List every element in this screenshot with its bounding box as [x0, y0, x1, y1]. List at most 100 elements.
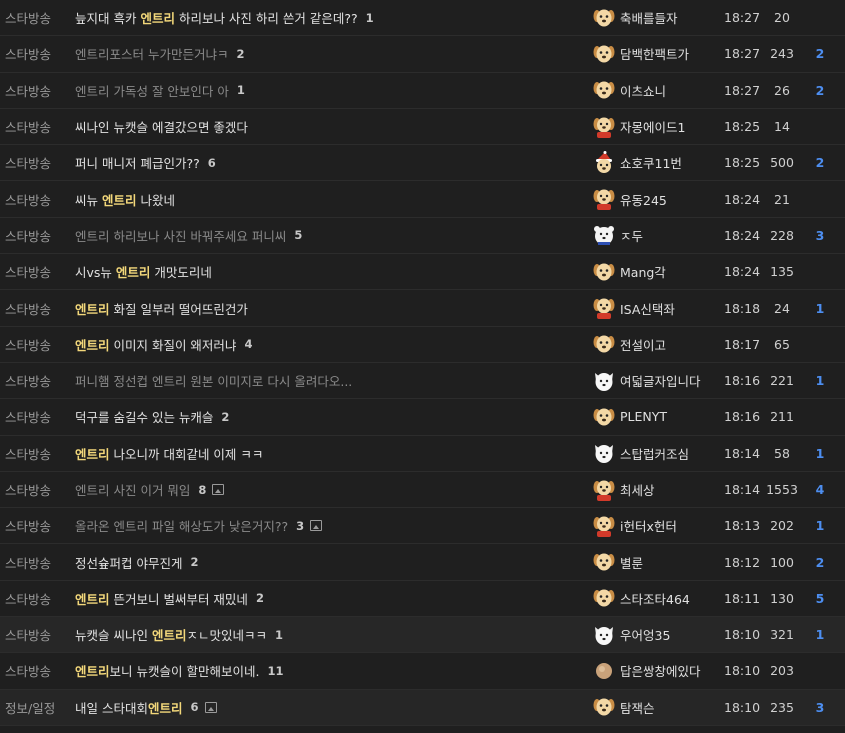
post-title-link[interactable]: 퍼니햄 정선컵 엔트리 원본 이미지로 다시 올려다오...	[75, 363, 585, 398]
post-category[interactable]: 스타방송	[5, 36, 73, 71]
post-category[interactable]: 스타방송	[5, 617, 73, 652]
post-author[interactable]: 최세상	[592, 472, 717, 507]
post-author[interactable]: Mang각	[592, 254, 717, 289]
comment-count[interactable]: 6	[208, 156, 216, 170]
post-title-link[interactable]: 엔트리 뜬거보니 벌써부터 재밌네 2	[75, 581, 585, 616]
author-name[interactable]: 별룬	[620, 553, 643, 572]
post-author[interactable]: 담백한팩트가	[592, 36, 717, 71]
post-category[interactable]: 스타방송	[5, 472, 73, 507]
post-author[interactable]: 답은쌍창에있다	[592, 653, 717, 688]
author-name[interactable]: 스탑럽커조심	[620, 444, 689, 463]
post-title-link[interactable]: 엔트리 사진 이거 뭐임 8	[75, 472, 585, 507]
post-author[interactable]: ISA신택좌	[592, 290, 717, 325]
author-name[interactable]: 우어엉35	[620, 625, 670, 644]
post-title-link[interactable]: 엔트리 가독성 잘 안보인다 아 1	[75, 73, 585, 108]
post-category[interactable]: 스타방송	[5, 399, 73, 434]
post-row[interactable]: 스타방송 뉴캣슬 씨나인 엔트리ㅈㄴ맛있네ㅋㅋ 1 우어엉35 18:10 321 1	[0, 617, 845, 654]
post-title-link[interactable]: 덕구를 숨길수 있는 뉴캐슬 2	[75, 399, 585, 434]
post-row[interactable]: 스타방송 정선슢퍼컵 야무진게 2 별룬 18:12 100 2	[0, 544, 845, 581]
post-title-link[interactable]: 씨뉴 엔트리 나왔네	[75, 181, 585, 216]
author-name[interactable]: ㅈ두	[620, 226, 643, 245]
comment-count[interactable]: 1	[275, 628, 283, 642]
post-category[interactable]: 스타방송	[5, 181, 73, 216]
post-title-link[interactable]: 씨나인 뉴캣슬 에결갔으면 좋겠다	[75, 109, 585, 144]
post-category[interactable]: 스타방송	[5, 218, 73, 253]
author-name[interactable]: 유동245	[620, 190, 667, 209]
author-name[interactable]: 이츠쇼니	[620, 81, 666, 100]
post-category[interactable]: 스타방송	[5, 0, 73, 35]
post-author[interactable]: 이츠쇼니	[592, 73, 717, 108]
comment-count[interactable]: 5	[294, 228, 302, 242]
post-row[interactable]: 스타방송 엔트리 나오니까 대회같네 이제 ㅋㅋ 스탑럽커조심 18:14 58 1	[0, 436, 845, 472]
post-author[interactable]: 스탑럽커조심	[592, 436, 717, 471]
post-row[interactable]: 스타방송 엔트리 화질 일부러 떨어뜨린건가 ISA신택좌 18:18 24 1	[0, 290, 845, 327]
post-row[interactable]: 스타방송 엔트리포스터 누가만든거냐ㅋ 2 담백한팩트가 18:27 243 2	[0, 36, 845, 73]
post-author[interactable]: 쇼호쿠11번	[592, 145, 717, 180]
post-category[interactable]: 스타방송	[5, 653, 73, 688]
post-category[interactable]: 스타방송	[5, 254, 73, 289]
comment-count[interactable]: 11	[267, 664, 283, 678]
post-title-link[interactable]: 엔트리 하리보나 사진 바꿔주세요 퍼니씨 5	[75, 218, 585, 253]
comment-count[interactable]: 3	[296, 519, 304, 533]
post-title-link[interactable]: 퍼니 매니저 폐급인가?? 6	[75, 145, 585, 180]
post-category[interactable]: 스타방송	[5, 544, 73, 579]
author-name[interactable]: 전설이고	[620, 335, 666, 354]
comment-count[interactable]: 1	[366, 11, 374, 25]
post-author[interactable]: 탐잭슨	[592, 690, 717, 725]
post-title-link[interactable]: 내일 스타대회엔트리 6	[75, 690, 585, 725]
post-title-link[interactable]: 엔트리 화질 일부러 떨어뜨린건가	[75, 290, 585, 325]
comment-count[interactable]: 8	[198, 483, 206, 497]
post-category[interactable]: 스타방송	[5, 436, 73, 471]
author-name[interactable]: 여덟글자입니다	[620, 371, 701, 390]
post-title-link[interactable]: 엔트리 나오니까 대회같네 이제 ㅋㅋ	[75, 436, 585, 471]
comment-count[interactable]: 2	[221, 410, 229, 424]
post-row[interactable]: 스타방송 엔트리 사진 이거 뭐임 8 최세상 18:14 1553 4	[0, 472, 845, 509]
comment-count[interactable]: 2	[256, 591, 264, 605]
post-title-link[interactable]: 뉴캣슬 씨나인 엔트리ㅈㄴ맛있네ㅋㅋ 1	[75, 617, 585, 652]
post-row[interactable]: 스타방송 퍼니햄 정선컵 엔트리 원본 이미지로 다시 올려다오... 여덟글자입니…	[0, 363, 845, 400]
post-title-link[interactable]: 정선슢퍼컵 야무진게 2	[75, 544, 585, 579]
post-author[interactable]: PLENYT	[592, 399, 717, 434]
author-name[interactable]: 담백한팩트가	[620, 44, 689, 63]
post-row[interactable]: 스타방송 엔트리 뜬거보니 벌써부터 재밌네 2 스타조타464 18:11 130 5	[0, 581, 845, 618]
comment-count[interactable]: 2	[190, 555, 198, 569]
comment-count[interactable]: 4	[244, 337, 252, 351]
post-category[interactable]: 정보/일정	[5, 690, 73, 725]
post-author[interactable]: ㅈ두	[592, 218, 717, 253]
post-category[interactable]: 스타방송	[5, 290, 73, 325]
post-author[interactable]: 스타조타464	[592, 581, 717, 616]
post-title-link[interactable]: 엔트리보니 뉴캣슬이 할만해보이네. 11	[75, 653, 585, 688]
post-row[interactable]: 스타방송 퍼니 매니저 폐급인가?? 6 쇼호쿠11번 18:25 500 2	[0, 145, 845, 182]
post-author[interactable]: 별룬	[592, 544, 717, 579]
author-name[interactable]: Mang각	[620, 262, 666, 281]
author-name[interactable]: 축배를들자	[620, 8, 678, 27]
post-category[interactable]: 스타방송	[5, 109, 73, 144]
post-row[interactable]: 스타방송 엔트리 가독성 잘 안보인다 아 1 이츠쇼니 18:27 26 2	[0, 73, 845, 109]
post-author[interactable]: 우어엉35	[592, 617, 717, 652]
post-title-link[interactable]: 올라온 엔트리 파일 해상도가 낮은거지?? 3	[75, 508, 585, 543]
post-author[interactable]: 축배를들자	[592, 0, 717, 35]
author-name[interactable]: 스타조타464	[620, 589, 690, 608]
post-category[interactable]: 스타방송	[5, 145, 73, 180]
post-title-link[interactable]: 엔트리 이미지 화질이 왜저러냐 4	[75, 327, 585, 362]
author-name[interactable]: i헌터x헌터	[620, 516, 677, 535]
author-name[interactable]: 최세상	[620, 480, 655, 499]
comment-count[interactable]: 1	[237, 83, 245, 97]
post-author[interactable]: 전설이고	[592, 327, 717, 362]
post-title-link[interactable]: 엔트리포스터 누가만든거냐ㅋ 2	[75, 36, 585, 71]
post-row[interactable]: 스타방송 씨뉴 엔트리 나왔네 유동245 18:24 21	[0, 181, 845, 218]
post-row[interactable]: 스타방송 씨나인 뉴캣슬 에결갔으면 좋겠다 자몽에이드1 18:25 14	[0, 109, 845, 146]
post-row[interactable]: 스타방송 덕구를 숨길수 있는 뉴캐슬 2 PLENYT 18:16 211	[0, 399, 845, 436]
author-name[interactable]: PLENYT	[620, 409, 667, 424]
author-name[interactable]: 자몽에이드1	[620, 117, 685, 136]
post-title-link[interactable]: 늪지대 흑카 엔트리 하리보나 사진 하리 쓴거 같은데?? 1	[75, 0, 585, 35]
post-row[interactable]: 스타방송 엔트리보니 뉴캣슬이 할만해보이네. 11 답은쌍창에있다 18:10 203	[0, 653, 845, 690]
post-author[interactable]: 자몽에이드1	[592, 109, 717, 144]
post-row[interactable]: 스타방송 엔트리 하리보나 사진 바꿔주세요 퍼니씨 5 ㅈ두 18:24 228 3	[0, 218, 845, 255]
post-title-link[interactable]: 시vs뉴 엔트리 개맛도리네	[75, 254, 585, 289]
post-row[interactable]: 스타방송 올라온 엔트리 파일 해상도가 낮은거지?? 3 i헌터x헌터 18:13 20…	[0, 508, 845, 545]
post-author[interactable]: i헌터x헌터	[592, 508, 717, 543]
post-category[interactable]: 스타방송	[5, 363, 73, 398]
comment-count[interactable]: 6	[191, 700, 199, 714]
post-category[interactable]: 스타방송	[5, 73, 73, 108]
